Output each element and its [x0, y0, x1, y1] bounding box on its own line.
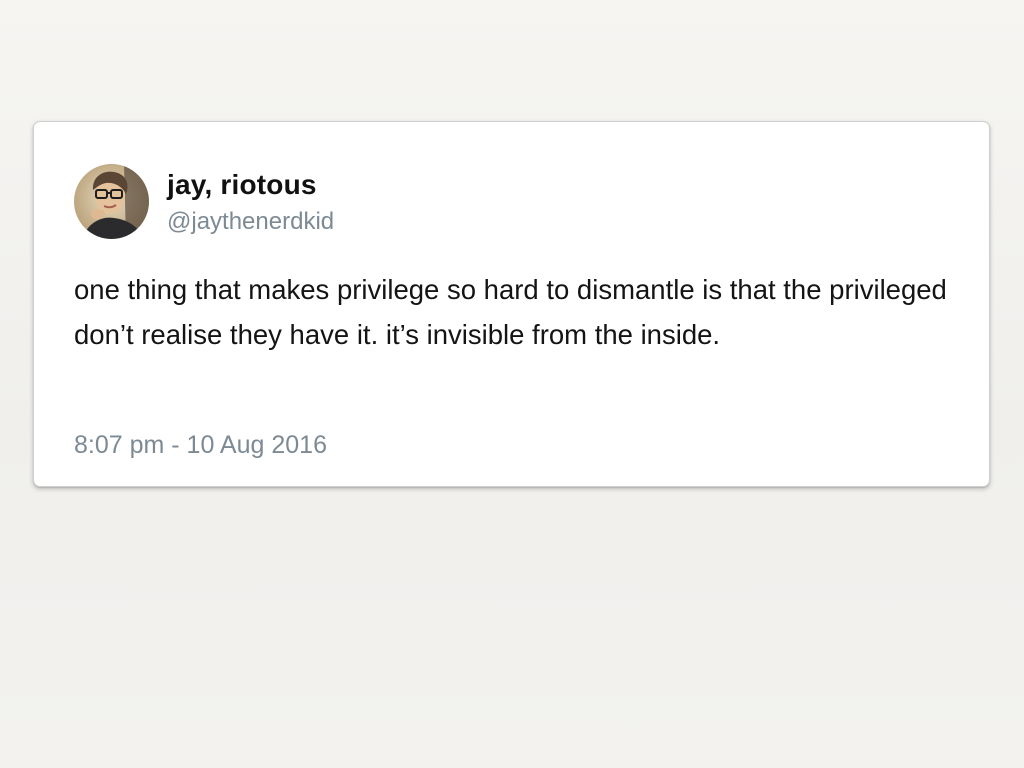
tweet-card: jay, riotous @jaythenerdkid one thing th… — [33, 121, 990, 487]
tweet-text: one thing that makes privilege so hard t… — [74, 274, 947, 350]
user-handle[interactable]: @jaythenerdkid — [167, 208, 334, 236]
display-name[interactable]: jay, riotous — [167, 169, 317, 201]
avatar[interactable] — [74, 164, 149, 239]
tweet-timestamp[interactable]: 8:07 pm - 10 Aug 2016 — [74, 431, 327, 460]
profile-photo-icon — [74, 164, 149, 239]
